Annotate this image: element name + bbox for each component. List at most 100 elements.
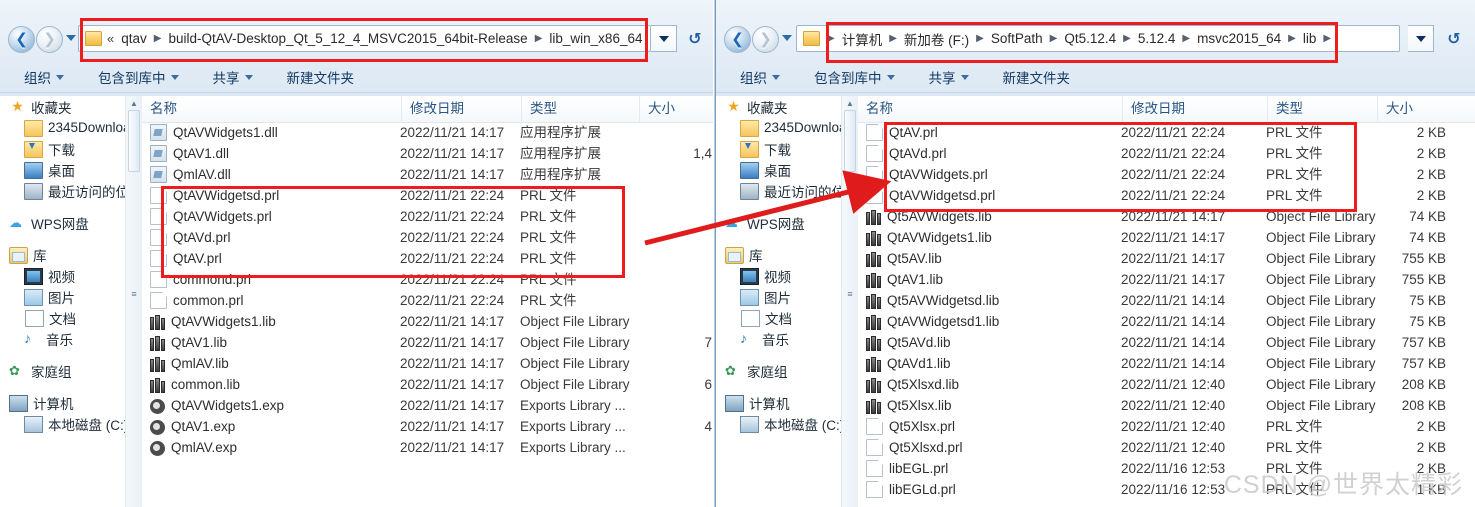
file-name-cell[interactable]: QtAVWidgets.prl: [150, 206, 272, 227]
breadcrumb-item-6[interactable]: lib: [1300, 31, 1320, 46]
table-row[interactable]: QtAVWidgetsd1.lib 2022/11/21 14:14 Object …: [858, 311, 1475, 332]
file-list-pane-right[interactable]: 名称 修改日期 类型 大小 QtAV.prl 2022/11/21 22:24 PR…: [858, 96, 1475, 507]
table-row[interactable]: QtAVWidgets1.lib 2022/11/21 14:17 Object F…: [858, 227, 1475, 248]
table-row[interactable]: Qt5Xlsx.lib 2022/11/21 12:40 Object File L…: [858, 395, 1475, 416]
nav-item-9[interactable]: 视频: [716, 265, 858, 286]
table-row[interactable]: QtAVWidgets1.dll 2022/11/21 14:17 应用程序扩展: [142, 122, 713, 143]
table-row[interactable]: QtAV.prl 2022/11/21 22:24 PRL 文件 2 KB: [858, 122, 1475, 143]
forward-arrow-icon[interactable]: ❯: [752, 26, 779, 53]
breadcrumb-item-1[interactable]: build-QtAV-Desktop_Qt_5_12_4_MSVC2015_64…: [165, 31, 530, 46]
table-row[interactable]: QtAV1.lib 2022/11/21 14:17 Object File Lib…: [858, 269, 1475, 290]
table-row[interactable]: Qt5Xlsxd.prl 2022/11/21 12:40 PRL 文件 2 KB: [858, 437, 1475, 458]
file-name-cell[interactable]: QmlAV.exp: [150, 437, 237, 458]
table-row[interactable]: QtAVWidgets1.exp 2022/11/21 14:17 Exports …: [142, 395, 713, 416]
table-row[interactable]: QtAVWidgetsd.prl 2022/11/21 22:24 PRL 文件 2 …: [858, 185, 1475, 206]
file-name-cell[interactable]: Qt5AVWidgetsd.lib: [866, 290, 999, 311]
column-header-name[interactable]: 名称: [858, 96, 1123, 122]
breadcrumb-separator[interactable]: ▶: [1284, 33, 1300, 44]
breadcrumb-separator[interactable]: ▶: [1178, 33, 1194, 44]
history-chevron-icon[interactable]: [782, 35, 792, 41]
breadcrumb-separator[interactable]: ▶: [823, 33, 839, 44]
nav-item-1[interactable]: 2345Downloads: [716, 117, 858, 138]
nav-item-17[interactable]: 本地磁盘 (C:): [716, 413, 858, 434]
forward-arrow-icon[interactable]: ❯: [36, 26, 63, 53]
breadcrumb-separator[interactable]: ▶: [1046, 33, 1062, 44]
nav-item-6[interactable]: ☁ WPS网盘: [716, 212, 858, 233]
breadcrumb-separator[interactable]: ▶: [150, 33, 166, 44]
file-name-cell[interactable]: libEGLd.prl: [866, 479, 956, 500]
column-header-size[interactable]: 大小: [640, 96, 713, 122]
file-name-cell[interactable]: QtAVWidgets1.lib: [866, 227, 992, 248]
new-folder-button[interactable]: 新建文件夹: [993, 67, 1081, 87]
file-name-cell[interactable]: Qt5Xlsxd.lib: [866, 374, 959, 395]
nav-item-3[interactable]: 桌面: [716, 159, 858, 180]
breadcrumb-item-3[interactable]: Qt5.12.4: [1061, 31, 1119, 46]
nav-item-17[interactable]: 本地磁盘 (C:): [0, 413, 142, 434]
breadcrumb-separator[interactable]: ▶: [1319, 33, 1335, 44]
table-row[interactable]: QtAV1.lib 2022/11/21 14:17 Object File Lib…: [142, 332, 713, 353]
file-name-cell[interactable]: QtAVd.prl: [150, 227, 231, 248]
table-row[interactable]: QmlAV.lib 2022/11/21 14:17 Object File Lib…: [142, 353, 713, 374]
column-header-date[interactable]: 修改日期: [402, 96, 522, 122]
file-name-cell[interactable]: QtAV1.lib: [866, 269, 943, 290]
file-name-cell[interactable]: QtAV.prl: [866, 122, 938, 143]
breadcrumb-item-1[interactable]: 新加卷 (F:): [901, 29, 972, 49]
table-row[interactable]: Qt5AVd.lib 2022/11/21 14:14 Object File Li…: [858, 332, 1475, 353]
nav-item-0[interactable]: ★ 收藏夹: [0, 96, 142, 117]
table-row[interactable]: QtAVd1.lib 2022/11/21 14:14 Object File Li…: [858, 353, 1475, 374]
nav-item-8[interactable]: 库: [0, 244, 142, 265]
file-name-cell[interactable]: QmlAV.dll: [150, 164, 231, 185]
nav-item-2[interactable]: 下载: [0, 138, 142, 159]
breadcrumb-separator[interactable]: ▶: [885, 33, 901, 44]
breadcrumb-separator[interactable]: ▶: [1119, 33, 1135, 44]
file-name-cell[interactable]: libEGL.prl: [866, 458, 948, 479]
table-row[interactable]: QtAVd.prl 2022/11/21 22:24 PRL 文件: [142, 227, 713, 248]
file-name-cell[interactable]: QtAVWidgetsd.prl: [150, 185, 279, 206]
file-name-cell[interactable]: Qt5Xlsx.lib: [866, 395, 952, 416]
nav-item-11[interactable]: 文档: [0, 307, 142, 328]
table-row[interactable]: QtAV1.dll 2022/11/21 14:17 应用程序扩展 1,4: [142, 143, 713, 164]
navigation-scrollbar[interactable]: ▲ ≡: [841, 96, 858, 507]
nav-item-16[interactable]: 计算机: [716, 392, 858, 413]
nav-item-10[interactable]: 图片: [0, 286, 142, 307]
table-row[interactable]: Qt5AVWidgetsd.lib 2022/11/21 14:14 Object …: [858, 290, 1475, 311]
scrollbar-thumb[interactable]: [844, 110, 856, 172]
nav-item-4[interactable]: 最近访问的位置: [716, 180, 858, 201]
file-name-cell[interactable]: QtAV1.dll: [150, 143, 229, 164]
chevron-down-icon[interactable]: [1408, 25, 1434, 52]
navigation-pane-right[interactable]: ★ 收藏夹 2345Downloads 下载 桌面 最近访问的位置 ☁ WPS网盘库视频 图片文…: [716, 96, 858, 507]
explorer-window-left[interactable]: ❮ ❯ « qtav ▶ build-QtAV-Desktop_Qt_5_12_…: [0, 0, 713, 507]
file-name-cell[interactable]: Qt5Xlsxd.prl: [866, 437, 963, 458]
nav-item-2[interactable]: 下载: [716, 138, 858, 159]
nav-item-4[interactable]: 最近访问的位置: [0, 180, 142, 201]
scroll-up-icon[interactable]: ▲: [842, 96, 858, 110]
table-row[interactable]: QtAVd.prl 2022/11/21 22:24 PRL 文件 2 KB: [858, 143, 1475, 164]
nav-item-1[interactable]: 2345Downloads: [0, 117, 142, 138]
nav-item-9[interactable]: 视频: [0, 265, 142, 286]
nav-item-6[interactable]: ☁ WPS网盘: [0, 212, 142, 233]
breadcrumb-item-0[interactable]: qtav: [118, 31, 150, 46]
organize-menu[interactable]: 组织: [14, 67, 74, 87]
table-row[interactable]: QtAVWidgets.prl 2022/11/21 22:24 PRL 文件 2 K…: [858, 164, 1475, 185]
breadcrumb-separator[interactable]: ▶: [972, 33, 988, 44]
explorer-window-right[interactable]: ❮ ❯ ▶ 计算机 ▶ 新加卷 (F:) ▶ SoftPath ▶ Qt5.12…: [715, 0, 1475, 507]
address-breadcrumb-bar[interactable]: ▶ 计算机 ▶ 新加卷 (F:) ▶ SoftPath ▶ Qt5.12.4 ▶…: [796, 25, 1400, 52]
table-row[interactable]: QtAV.prl 2022/11/21 22:24 PRL 文件: [142, 248, 713, 269]
organize-menu[interactable]: 组织: [730, 67, 790, 87]
back-arrow-icon[interactable]: ❮: [724, 26, 751, 53]
column-header-name[interactable]: 名称: [142, 96, 402, 122]
table-row[interactable]: QtAVWidgets.prl 2022/11/21 22:24 PRL 文件: [142, 206, 713, 227]
share-menu[interactable]: 共享: [919, 67, 979, 87]
nav-item-14[interactable]: ✿ 家庭组: [0, 360, 142, 381]
table-row[interactable]: QtAVWidgetsd.prl 2022/11/21 22:24 PRL 文件: [142, 185, 713, 206]
refresh-icon[interactable]: ↺: [681, 25, 709, 52]
column-header-type[interactable]: 类型: [1268, 96, 1378, 122]
file-name-cell[interactable]: QtAVWidgetsd1.lib: [866, 311, 999, 332]
file-name-cell[interactable]: QtAVWidgetsd.prl: [866, 185, 995, 206]
nav-item-14[interactable]: ✿ 家庭组: [716, 360, 858, 381]
file-name-cell[interactable]: common.prl: [150, 290, 244, 311]
file-name-cell[interactable]: QmlAV.lib: [150, 353, 229, 374]
include-in-library-menu[interactable]: 包含到库中: [804, 67, 905, 87]
nav-item-0[interactable]: ★ 收藏夹: [716, 96, 858, 117]
history-chevron-icon[interactable]: [66, 35, 76, 41]
